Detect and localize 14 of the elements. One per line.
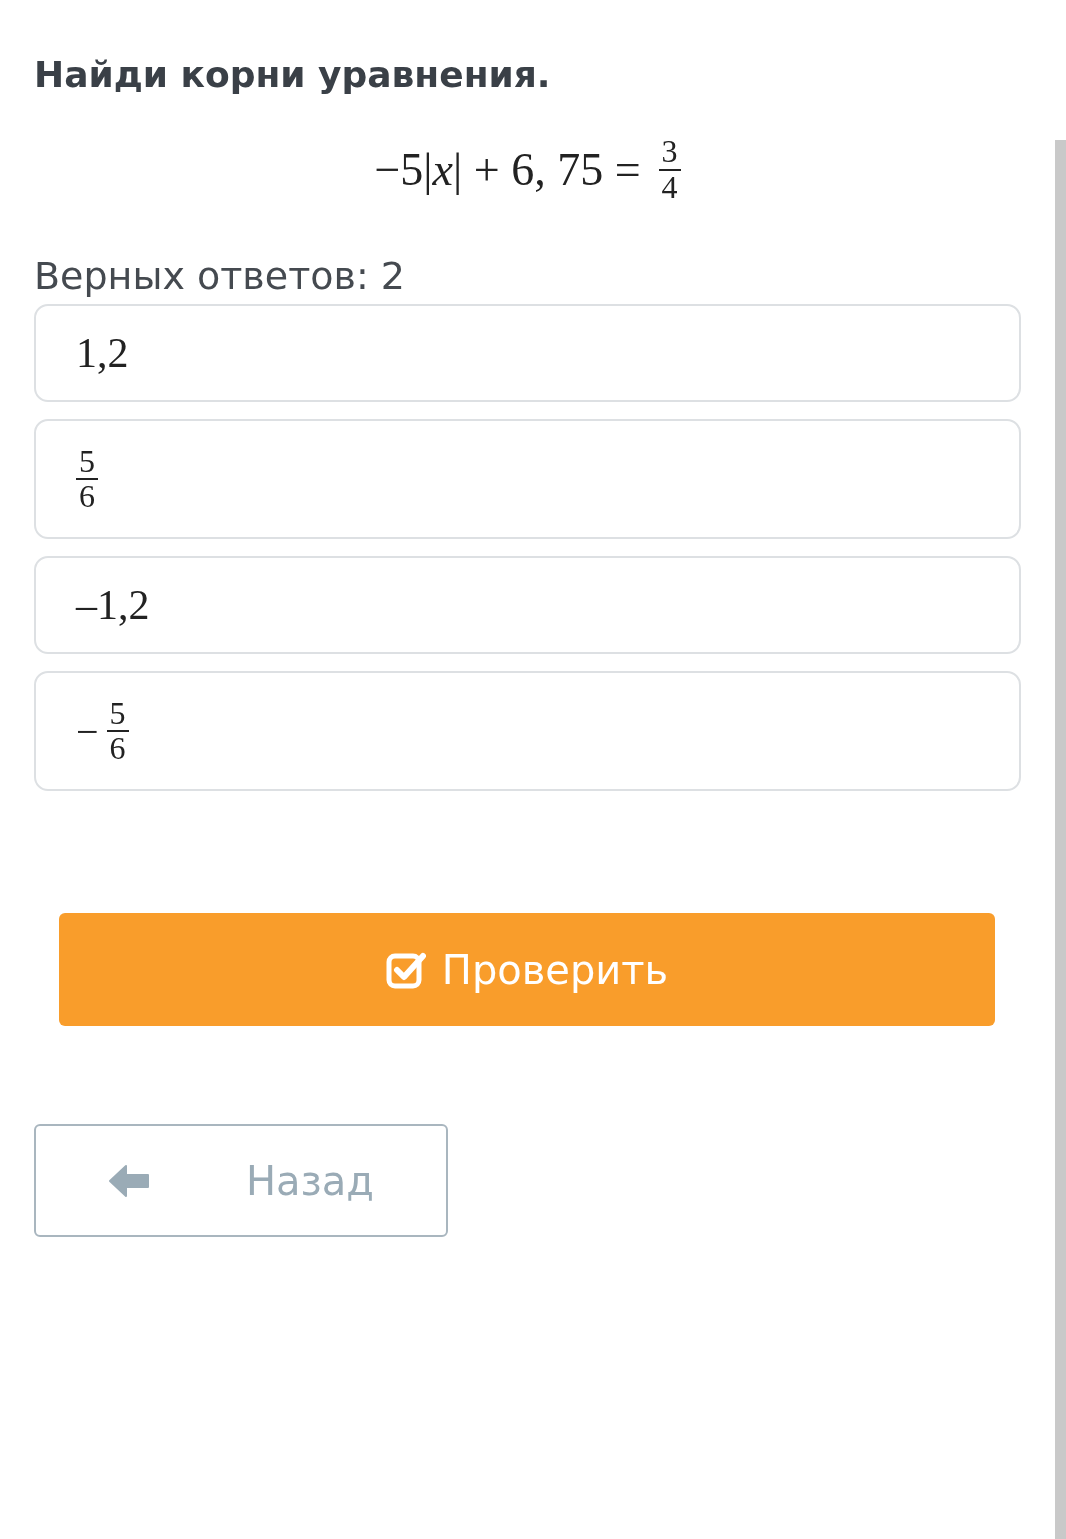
answer-option[interactable]: 1,2: [34, 304, 1021, 403]
answer-option[interactable]: –1,2: [34, 556, 1021, 655]
minus-sign: −: [76, 707, 99, 755]
question-title: Найди корни уравнения.: [34, 54, 552, 95]
answer-option[interactable]: 5 6: [34, 419, 1021, 540]
equation-text: −5|x| + 6, 75 =: [374, 143, 641, 197]
fraction: 3 4: [658, 135, 681, 205]
fraction: 5 6: [76, 444, 98, 514]
scrollbar[interactable]: [1055, 140, 1066, 1539]
answer-text: 1,2: [76, 329, 129, 378]
answer-text: –1,2: [76, 581, 150, 630]
answers-count: Верных ответов: 2: [34, 254, 406, 299]
arrow-left-icon: [108, 1162, 150, 1199]
fraction: 5 6: [106, 696, 129, 766]
